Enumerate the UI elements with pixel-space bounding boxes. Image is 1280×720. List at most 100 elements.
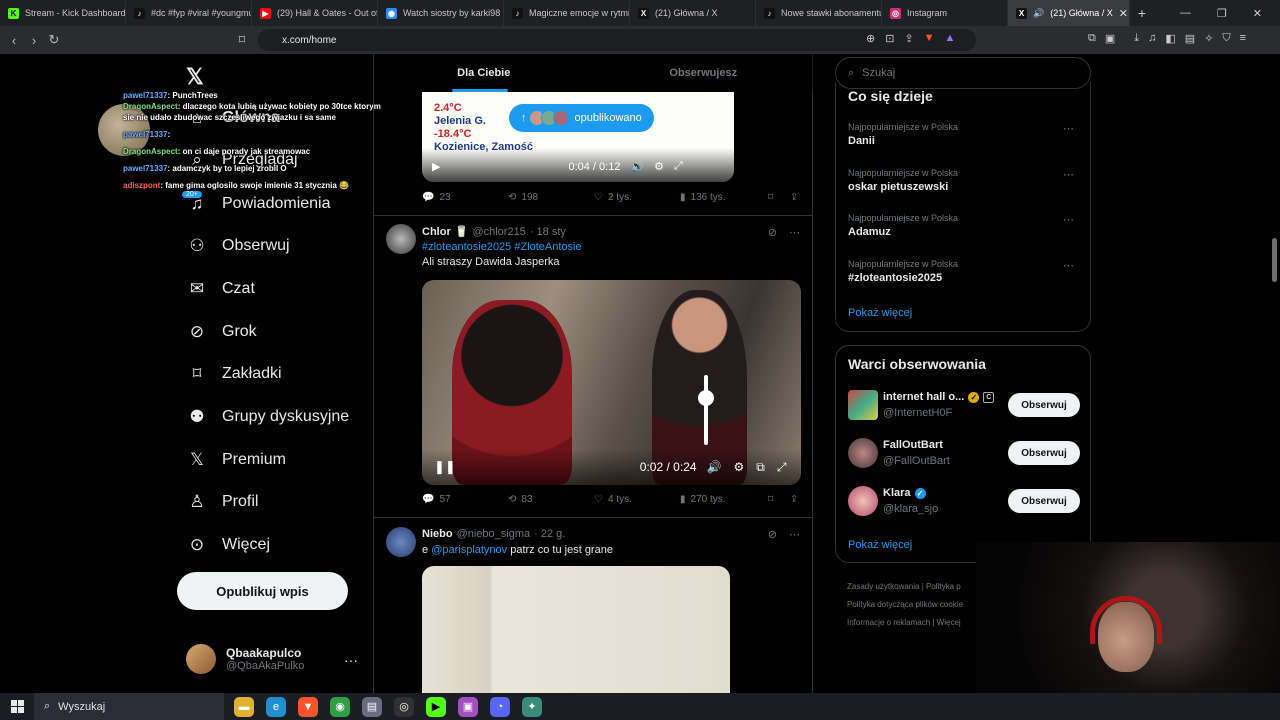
close-window-icon[interactable]: ✕ bbox=[1253, 7, 1262, 20]
trend-item[interactable]: Najpopularniejsze w Polska oskar pietusze… bbox=[848, 168, 1080, 193]
like-button[interactable]: ♡ 4 tys. bbox=[594, 494, 680, 505]
share-icon[interactable]: ⇪ bbox=[904, 32, 913, 45]
follow-button[interactable]: Obserwuj bbox=[1008, 393, 1080, 417]
fullscreen-icon[interactable]: ⤢ bbox=[674, 160, 683, 173]
settings-icon[interactable]: ⚙ bbox=[654, 160, 664, 173]
avatar[interactable] bbox=[386, 527, 416, 557]
who-item[interactable]: internet hall o... ✓ C @InternetH0F Obserw… bbox=[848, 390, 1080, 426]
post-handle[interactable]: @chlor215 bbox=[472, 226, 525, 238]
more-icon[interactable]: ⋯ bbox=[1063, 259, 1074, 272]
wallet-icon[interactable]: ▤ bbox=[1185, 32, 1195, 45]
trend-item[interactable]: Najpopularniejsze w Polska #zloteantosie2… bbox=[848, 259, 1080, 284]
brave-rewards-icon[interactable]: ▲ bbox=[945, 32, 956, 45]
browser-tab[interactable]: K Stream - Kick Dashboard bbox=[0, 0, 126, 26]
extensions-icon[interactable]: ⧉ bbox=[1088, 32, 1096, 45]
browser-tab-active[interactable]: X 🔊 (21) Główna / X ✕ bbox=[1008, 0, 1130, 26]
notes-icon[interactable]: ▤ bbox=[362, 696, 382, 717]
more-icon[interactable]: ⋯ bbox=[1063, 213, 1074, 226]
trend-item[interactable]: Najpopularniejsze w Polska Adamuz ⋯ bbox=[848, 213, 1080, 238]
forward-icon[interactable]: › bbox=[24, 33, 44, 48]
account-more-icon[interactable]: ··· bbox=[344, 652, 358, 668]
trend-item[interactable]: Najpopularniejsze w Polska Danii ⋯ bbox=[848, 122, 1080, 147]
volume-slider[interactable] bbox=[704, 375, 708, 445]
vpn-icon[interactable]: ⛉ bbox=[1222, 32, 1230, 45]
music-icon[interactable]: ♫ bbox=[1148, 32, 1156, 45]
fullscreen-icon[interactable]: ⤢ bbox=[777, 460, 787, 475]
volume-icon[interactable]: 🔊 bbox=[707, 460, 722, 474]
page-scrollbar[interactable] bbox=[1272, 238, 1277, 282]
reply-button[interactable]: 💬 57 bbox=[422, 494, 508, 505]
follow-button[interactable]: Obserwuj bbox=[1008, 489, 1080, 513]
share-button[interactable]: ⇪ bbox=[790, 192, 798, 203]
brave-icon[interactable]: ▼ bbox=[298, 696, 318, 717]
volume-slider-knob[interactable] bbox=[698, 390, 714, 406]
mention-link[interactable]: @parisplatynov bbox=[431, 544, 507, 556]
footer-link[interactable]: Informacje o reklamach | Więcej bbox=[847, 614, 977, 632]
chrome-icon[interactable]: ◉ bbox=[330, 696, 350, 717]
browser-tab[interactable]: ◉ Watch siostry by karki98 bbox=[378, 0, 504, 26]
hashtags[interactable]: #zloteantosie2025 #ZloteAntosie bbox=[422, 240, 582, 255]
zoom-icon[interactable]: ⊕ bbox=[866, 32, 875, 45]
browser-tab[interactable]: X (21) Główna / X bbox=[630, 0, 756, 26]
nav-follow[interactable]: ⚇ Obserwuj bbox=[186, 236, 289, 256]
show-more-link[interactable]: Pokaż więcej bbox=[848, 307, 912, 319]
follow-button[interactable]: Obserwuj bbox=[1008, 441, 1080, 465]
menu-icon[interactable]: ≡ bbox=[1240, 32, 1246, 45]
tab-for-you[interactable]: Dla Ciebie bbox=[374, 54, 594, 92]
discord-icon[interactable]: ◔ bbox=[490, 696, 510, 717]
post-author[interactable]: Chlor bbox=[422, 226, 451, 238]
nav-bookmarks[interactable]: ⌑ Zakładki bbox=[186, 364, 282, 384]
translate-icon[interactable]: ⊡ bbox=[885, 32, 894, 45]
nav-notifications[interactable]: ♫ Powiadomienia bbox=[186, 194, 331, 214]
media-icon[interactable]: ▣ bbox=[458, 696, 478, 717]
post-author[interactable]: Niebo bbox=[422, 528, 453, 540]
browser-tab[interactable]: ◎ Instagram bbox=[882, 0, 1008, 26]
grok-icon[interactable]: ⊘ bbox=[768, 528, 777, 541]
browser-tab[interactable]: ♪ Magiczne emocje w rytmie bbox=[504, 0, 630, 26]
app-icon[interactable]: ✦ bbox=[522, 696, 542, 717]
nav-communities[interactable]: ⚉ Grupy dyskusyjne bbox=[186, 407, 349, 427]
tab-following[interactable]: Obserwujesz bbox=[594, 54, 814, 92]
edge-icon[interactable]: e bbox=[266, 696, 286, 717]
bookmark-button[interactable]: ⌑ bbox=[768, 494, 790, 505]
close-tab-icon[interactable]: ✕ bbox=[1119, 7, 1128, 20]
more-icon[interactable]: ⋯ bbox=[789, 528, 800, 541]
windows-start-icon[interactable] bbox=[0, 700, 34, 713]
repost-button[interactable]: ⟲ 83 bbox=[508, 494, 594, 505]
sidebar-icon[interactable]: ◧ bbox=[1165, 32, 1175, 45]
kick-icon[interactable]: ▶ bbox=[426, 696, 446, 717]
pip-icon[interactable]: ⧉ bbox=[756, 460, 765, 475]
pause-icon[interactable]: ❚❚ bbox=[434, 459, 456, 475]
repost-button[interactable]: ⟲ 198 bbox=[508, 192, 594, 203]
like-button[interactable]: ♡ 2 tys. bbox=[594, 192, 680, 203]
more-icon[interactable]: ⋯ bbox=[1063, 122, 1074, 135]
account-switcher[interactable]: Qbaakapulco @QbaAkaPulko bbox=[186, 644, 304, 674]
new-posts-pill[interactable]: ↑ opublikowano bbox=[509, 104, 654, 132]
minimize-icon[interactable]: — bbox=[1180, 7, 1191, 20]
who-item[interactable]: FallOutBart @FallOutBart Obserwuj bbox=[848, 438, 1080, 474]
post-handle[interactable]: @niebo_sigma bbox=[457, 528, 531, 540]
grok-icon[interactable]: ⊘ bbox=[768, 226, 777, 239]
settings-icon[interactable]: ⚙ bbox=[733, 460, 744, 474]
browser-tab[interactable]: ♪ Nowe stawki abonamentu bbox=[756, 0, 882, 26]
taskbar-search[interactable]: ⌕ Wyszukaj bbox=[34, 693, 224, 720]
nav-premium[interactable]: 𝕏 Premium bbox=[186, 450, 286, 470]
bookmark-page-icon[interactable]: ⌑ bbox=[232, 32, 252, 48]
x-logo-icon[interactable]: 𝕏 bbox=[186, 64, 204, 90]
more-icon[interactable]: ⋯ bbox=[1063, 168, 1074, 181]
footer-link[interactable]: Polityka dotycząca plików cookie bbox=[847, 596, 977, 614]
bookmark-button[interactable]: ⌑ bbox=[768, 192, 790, 203]
nav-chat[interactable]: ✉ Czat bbox=[186, 279, 255, 299]
file-explorer-icon[interactable]: ▬ bbox=[234, 696, 254, 717]
more-icon[interactable]: ⋯ bbox=[789, 226, 800, 239]
views-button[interactable]: ▮ 136 tys. bbox=[680, 192, 768, 203]
footer-link[interactable]: Zasady użytkowania | Polityka p bbox=[847, 578, 977, 596]
share-button[interactable]: ⇪ bbox=[790, 494, 798, 505]
browser-tab[interactable]: ▶ (29) Hall & Oates - Out of bbox=[252, 0, 378, 26]
maximize-icon[interactable]: ❐ bbox=[1217, 7, 1227, 20]
nav-profile[interactable]: ♙ Profil bbox=[186, 492, 258, 512]
avatar[interactable] bbox=[386, 224, 416, 254]
volume-icon[interactable]: 🔊 bbox=[630, 160, 644, 173]
download-icon[interactable]: ⤓ bbox=[1134, 32, 1139, 45]
play-icon[interactable]: ▶ bbox=[432, 160, 440, 173]
